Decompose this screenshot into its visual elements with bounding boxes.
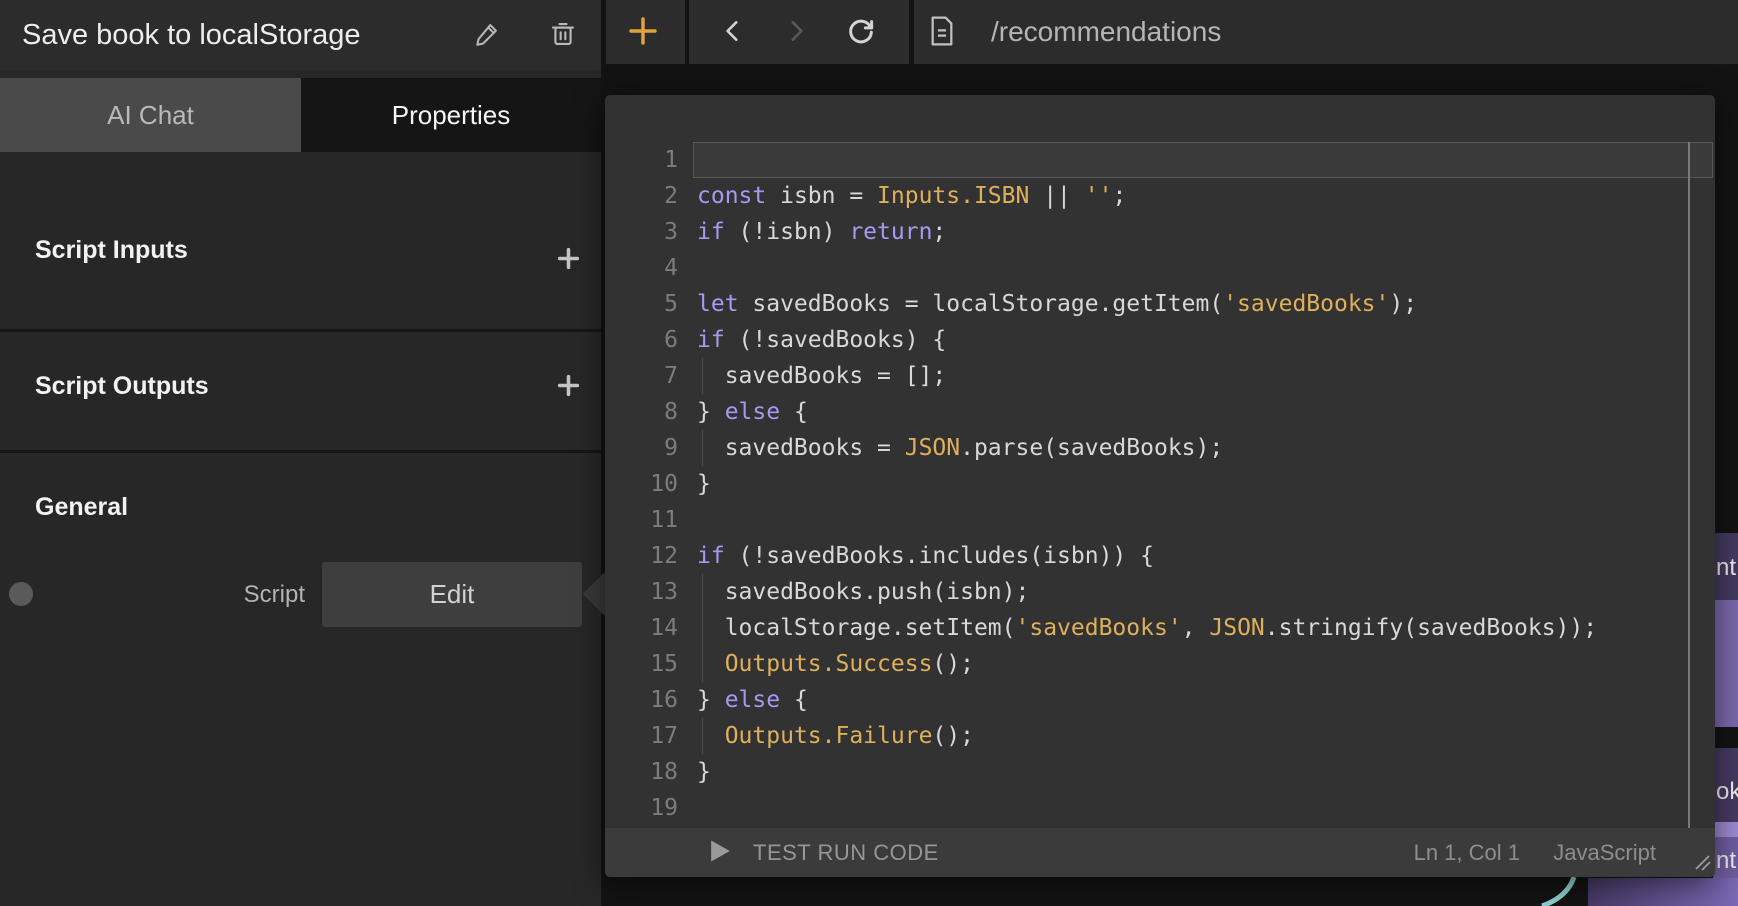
code-line[interactable]: localStorage.setItem('savedBooks', JSON.… bbox=[697, 610, 1597, 646]
canvas-node-fragment[interactable] bbox=[1713, 600, 1738, 727]
trash-icon bbox=[549, 20, 577, 51]
line-number: 8 bbox=[605, 394, 678, 430]
editor-footer-bar: TEST RUN CODE Ln 1, Col 1 JavaScript bbox=[605, 828, 1715, 877]
code-line[interactable]: } else { bbox=[697, 394, 808, 430]
indent-guide bbox=[702, 430, 703, 466]
back-button[interactable] bbox=[711, 0, 755, 64]
line-number: 7 bbox=[605, 358, 678, 394]
code-line[interactable]: Outputs.Success(); bbox=[697, 646, 974, 682]
code-line[interactable]: } bbox=[697, 754, 711, 790]
section-divider bbox=[0, 450, 601, 453]
code-line[interactable]: let savedBooks = localStorage.getItem('s… bbox=[697, 286, 1417, 322]
delete-button[interactable] bbox=[541, 13, 585, 57]
code-line[interactable]: savedBooks = []; bbox=[697, 358, 946, 394]
active-line-highlight bbox=[693, 142, 1713, 178]
line-number: 19 bbox=[605, 790, 678, 826]
line-number: 14 bbox=[605, 610, 678, 646]
canvas-node-fragment[interactable]: nt bbox=[1713, 533, 1738, 600]
line-number: 2 bbox=[605, 178, 678, 214]
code-line[interactable]: if (!savedBooks.includes(isbn)) { bbox=[697, 538, 1154, 574]
code-line[interactable]: } bbox=[697, 466, 711, 502]
line-number: 16 bbox=[605, 682, 678, 718]
canvas-node-fragment[interactable]: ok bbox=[1713, 748, 1738, 822]
indent-guide bbox=[702, 358, 703, 394]
plus-icon bbox=[556, 373, 581, 401]
page-icon bbox=[928, 14, 956, 51]
script-editor-popover: 12345678910111213141516171819 const isbn… bbox=[605, 95, 1715, 877]
code-line[interactable]: const isbn = Inputs.ISBN || ''; bbox=[697, 178, 1126, 214]
code-line[interactable]: Outputs.Failure(); bbox=[697, 718, 974, 754]
toolbar-tile-add bbox=[606, 0, 685, 64]
cursor-position-status: Ln 1, Col 1 bbox=[1414, 828, 1520, 877]
add-node-button[interactable] bbox=[621, 0, 665, 64]
line-number: 5 bbox=[605, 286, 678, 322]
toolbar-tile-nav bbox=[689, 0, 909, 64]
panel-tabs: AI Chat Properties bbox=[0, 78, 601, 152]
tab-properties[interactable]: Properties bbox=[301, 78, 601, 152]
plus-icon-orange bbox=[627, 15, 659, 50]
page-selector-button[interactable] bbox=[920, 0, 964, 64]
test-run-code-label: TEST RUN CODE bbox=[753, 840, 939, 866]
toolbar-tile-url: /recommendations bbox=[914, 0, 1738, 64]
refresh-icon bbox=[846, 16, 876, 49]
line-number: 3 bbox=[605, 214, 678, 250]
tab-ai-chat[interactable]: AI Chat bbox=[0, 78, 301, 152]
canvas-node-fragment[interactable] bbox=[1713, 822, 1738, 837]
panel-header: Save book to localStorage bbox=[0, 0, 601, 70]
script-field-label: Script bbox=[155, 581, 305, 609]
indent-guide bbox=[702, 718, 703, 754]
test-run-code-button[interactable]: TEST RUN CODE bbox=[710, 828, 939, 877]
section-title-script-outputs: Script Outputs bbox=[35, 371, 209, 401]
play-icon bbox=[710, 839, 731, 866]
code-line[interactable]: savedBooks.push(isbn); bbox=[697, 574, 1029, 610]
add-script-output-button[interactable] bbox=[548, 367, 588, 407]
line-number: 4 bbox=[605, 250, 678, 286]
editor-scrollbar[interactable] bbox=[1688, 142, 1690, 828]
indent-guide bbox=[702, 646, 703, 682]
workflow-title: Save book to localStorage bbox=[22, 0, 361, 70]
section-title-general: General bbox=[35, 492, 128, 522]
code-line[interactable]: } else { bbox=[697, 682, 808, 718]
resize-handle-icon[interactable] bbox=[1690, 850, 1712, 872]
line-number: 1 bbox=[605, 142, 678, 178]
page-url[interactable]: /recommendations bbox=[991, 0, 1221, 64]
line-number: 17 bbox=[605, 718, 678, 754]
code-line[interactable]: if (!isbn) return; bbox=[697, 214, 946, 250]
properties-panel: Save book to localStorage AI Chat Proper… bbox=[0, 0, 601, 906]
add-script-input-button[interactable] bbox=[548, 240, 588, 280]
indent-guide bbox=[702, 610, 703, 646]
indent-guide bbox=[702, 574, 703, 610]
edit-script-button[interactable]: Edit bbox=[322, 562, 582, 627]
language-badge: JavaScript bbox=[1553, 828, 1656, 877]
code-line[interactable]: savedBooks = JSON.parse(savedBooks); bbox=[697, 430, 1223, 466]
binding-dot[interactable] bbox=[9, 582, 33, 606]
section-title-script-inputs: Script Inputs bbox=[35, 235, 188, 265]
code-line[interactable]: if (!savedBooks) { bbox=[697, 322, 946, 358]
line-number: 13 bbox=[605, 574, 678, 610]
line-number: 18 bbox=[605, 754, 678, 790]
line-number: 9 bbox=[605, 430, 678, 466]
forward-button[interactable] bbox=[774, 0, 818, 64]
line-number: 11 bbox=[605, 502, 678, 538]
line-number: 10 bbox=[605, 466, 678, 502]
chevron-right-icon bbox=[783, 14, 809, 51]
line-number: 6 bbox=[605, 322, 678, 358]
plus-icon bbox=[556, 246, 581, 274]
line-number: 15 bbox=[605, 646, 678, 682]
line-number: 12 bbox=[605, 538, 678, 574]
chevron-left-icon bbox=[720, 14, 746, 51]
section-divider bbox=[0, 329, 601, 332]
refresh-button[interactable] bbox=[839, 0, 883, 64]
pencil-icon bbox=[474, 20, 501, 50]
rename-button[interactable] bbox=[465, 13, 509, 57]
